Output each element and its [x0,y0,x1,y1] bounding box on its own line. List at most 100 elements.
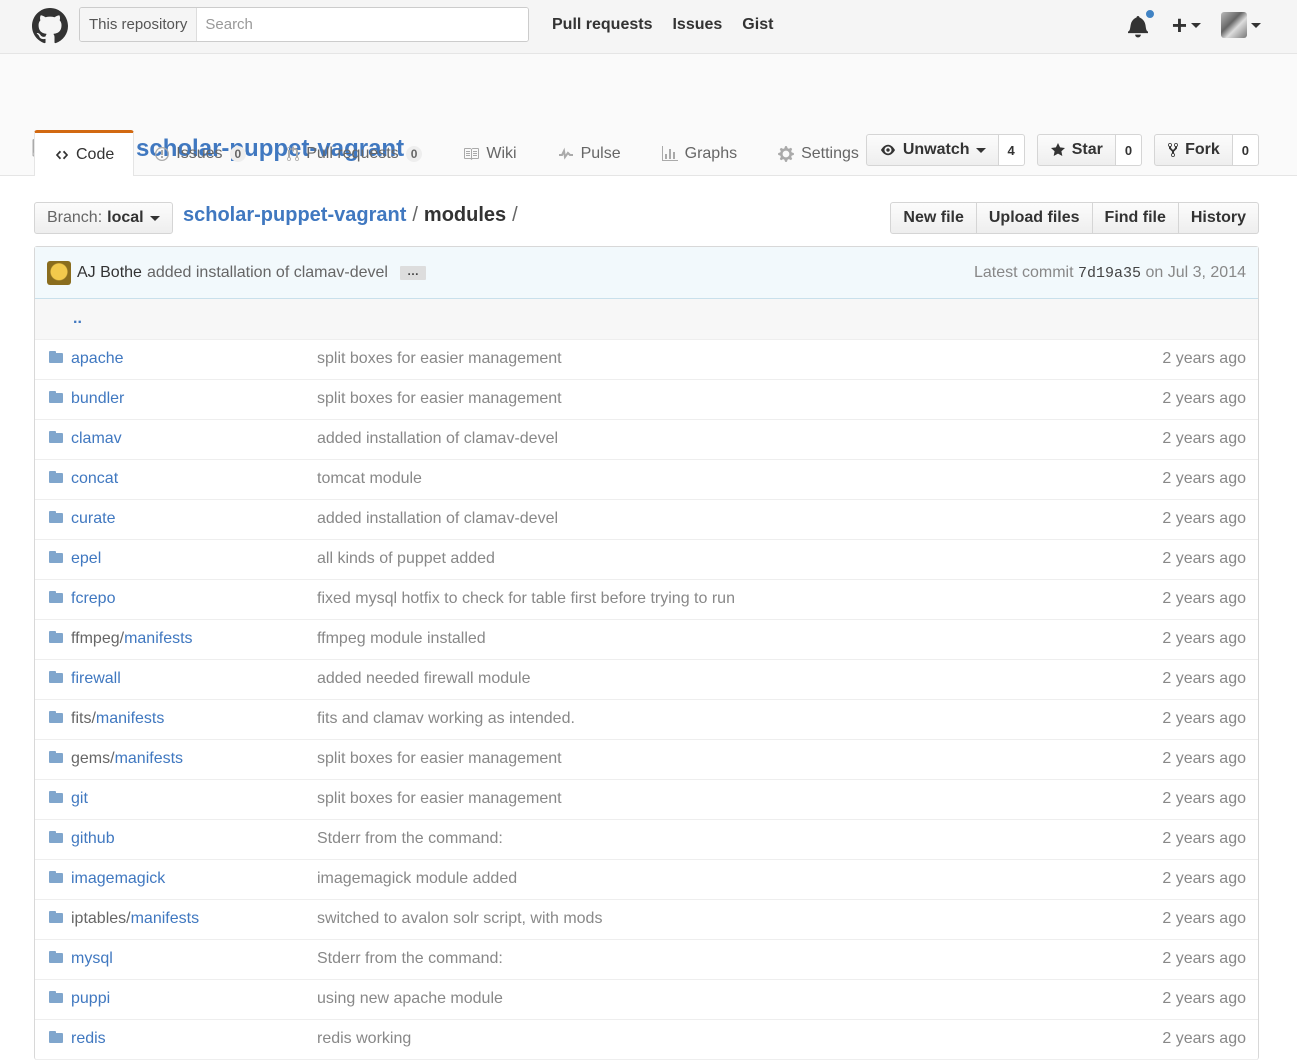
breadcrumb-root-link[interactable]: scholar-puppet-vagrant [183,204,406,227]
table-row: curate added installation of clamav-devel… [35,499,1258,539]
folder-link[interactable]: curate [71,510,115,527]
commit-age: 2 years ago [1162,910,1246,927]
commit-age: 2 years ago [1162,870,1246,887]
fork-label: Fork [1185,141,1220,158]
search-box[interactable]: This repository [79,7,529,42]
table-row: fits/manifests fits and clamav working as… [35,699,1258,739]
unwatch-button[interactable]: Unwatch [865,134,999,166]
folder-link[interactable]: github [71,830,115,847]
commit-message-link[interactable]: added installation of clamav-devel [317,430,558,447]
tab-label: Code [76,145,115,163]
github-logo-icon[interactable] [32,8,68,44]
commit-message-link[interactable]: Stderr from the command: [317,950,503,967]
folder-path-prefix: fits/ [71,710,96,727]
commit-age: 2 years ago [1162,1030,1246,1047]
folder-link[interactable]: manifests [131,910,199,927]
nav-issues[interactable]: Issues [672,16,722,34]
pull-requests-counter: 0 [405,145,423,162]
commit-message-link[interactable]: added installation of clamav-devel [317,510,558,527]
folder-link[interactable]: epel [71,550,101,567]
file-table: .. apache split boxes for easier manageme… [35,299,1258,1060]
expand-commit-button[interactable]: … [399,265,426,280]
folder-icon [47,830,65,849]
table-row: ffmpeg/manifests ffmpeg module installed 2… [35,619,1258,659]
commit-message-link[interactable]: all kinds of puppet added [317,550,495,567]
commit-message-link[interactable]: split boxes for easier management [317,790,562,807]
commit-age: 2 years ago [1162,350,1246,367]
tab-graphs[interactable]: Graphs [641,130,757,176]
table-row: concat tomcat module 2 years ago [35,459,1258,499]
tab-issues[interactable]: Issues 0 [134,130,266,176]
nav-gist[interactable]: Gist [742,16,773,34]
commit-message-link[interactable]: Stderr from the command: [317,830,503,847]
folder-link[interactable]: bundler [71,390,124,407]
folder-link[interactable]: manifests [96,710,164,727]
commit-message-link[interactable]: split boxes for easier management [317,350,562,367]
fork-group: Fork 0 [1154,134,1259,166]
tab-code[interactable]: Code [34,130,135,176]
folder-link[interactable]: apache [71,350,124,367]
folder-path-prefix: ffmpeg/ [71,630,125,647]
nav-pull-requests[interactable]: Pull requests [552,16,652,34]
avatar [1221,12,1247,38]
folder-link[interactable]: manifests [115,750,183,767]
tab-pulse[interactable]: Pulse [537,130,641,176]
commit-message-link[interactable]: added needed firewall module [317,670,530,687]
search-input[interactable] [197,8,528,41]
history-button[interactable]: History [1178,202,1259,234]
repo-actions: Unwatch 4 Star 0 Fork 0 [854,134,1259,166]
tab-wiki[interactable]: Wiki [442,130,536,176]
branch-select-button[interactable]: Branch: local [34,202,173,234]
commit-message-link[interactable]: redis working [317,1030,411,1047]
user-menu[interactable] [1221,12,1261,38]
folder-link[interactable]: firewall [71,670,121,687]
star-button[interactable]: Star [1036,134,1116,166]
header-nav: Pull requests Issues Gist [552,0,793,50]
repo-header: uclibs / scholar-puppet-vagrant Unwatch … [0,54,1297,176]
find-file-button[interactable]: Find file [1092,202,1179,234]
commit-message-link[interactable]: fixed mysql hotfix to check for table fi… [317,590,735,607]
folder-icon [47,950,65,969]
create-new-menu[interactable]: + [1172,10,1201,40]
commit-message-link[interactable]: split boxes for easier management [317,390,562,407]
folder-icon [47,630,65,649]
folder-link[interactable]: imagemagick [71,870,165,887]
folder-link[interactable]: redis [71,1030,106,1047]
commit-age: 2 years ago [1162,590,1246,607]
commit-sha-link[interactable]: 7d19a35 [1078,265,1141,282]
notifications-bell-icon[interactable] [1127,8,1156,40]
folder-icon [47,350,65,369]
folder-link[interactable]: puppi [71,990,110,1007]
commit-message-link[interactable]: tomcat module [317,470,422,487]
upload-files-button[interactable]: Upload files [976,202,1093,234]
commit-message-link[interactable]: split boxes for easier management [317,750,562,767]
tab-pull-requests[interactable]: Pull requests 0 [266,130,442,176]
fork-button[interactable]: Fork [1154,134,1233,166]
folder-link[interactable]: mysql [71,950,113,967]
commit-message-link[interactable]: ffmpeg module installed [317,630,486,647]
folder-link[interactable]: manifests [124,630,192,647]
star-count[interactable]: 0 [1115,134,1143,166]
fork-count[interactable]: 0 [1232,134,1259,166]
avatar[interactable] [47,260,71,285]
watch-count[interactable]: 4 [998,134,1025,166]
commit-message-link[interactable]: using new apache module [317,990,503,1007]
unwatch-label: Unwatch [902,141,970,158]
tab-settings[interactable]: Settings [757,130,879,176]
folder-link[interactable]: fcrepo [71,590,115,607]
folder-link[interactable]: concat [71,470,118,487]
commit-message-link[interactable]: fits and clamav working as intended. [317,710,575,727]
file-actions: New file Upload files Find file History [890,202,1259,234]
commit-message-link[interactable]: added installation of clamav-devel [147,264,388,282]
commit-author-link[interactable]: AJ Bothe [77,264,142,282]
folder-path-prefix: gems/ [71,750,115,767]
up-tree-link[interactable]: .. [35,310,82,327]
commit-message-link[interactable]: switched to avalon solr script, with mod… [317,910,602,927]
folder-icon [47,750,65,769]
pull-request-icon [287,145,300,161]
new-file-button[interactable]: New file [890,202,977,234]
breadcrumb: scholar-puppet-vagrant / modules / [183,204,524,227]
folder-link[interactable]: clamav [71,430,122,447]
commit-message-link[interactable]: imagemagick module added [317,870,517,887]
folder-link[interactable]: git [71,790,88,807]
